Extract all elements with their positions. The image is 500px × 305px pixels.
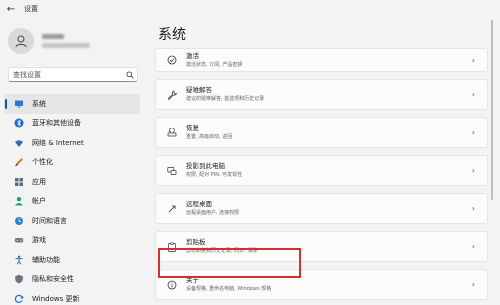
chevron-right-icon: ›	[471, 90, 475, 99]
sidebar-item-windows-update[interactable]: Windows 更新	[4, 289, 140, 305]
accessibility-icon	[14, 255, 24, 265]
sidebar-item-label: 时间和语言	[32, 216, 67, 225]
scrollbar[interactable]	[491, 20, 493, 200]
sidebar-item-label: 帐户	[32, 197, 46, 206]
wrench-icon	[166, 89, 178, 101]
search-input[interactable]: 查找设置	[8, 67, 138, 82]
sidebar-item-privacy-security[interactable]: 隐私和安全性	[4, 270, 140, 290]
chevron-right-icon: ›	[471, 280, 475, 289]
sidebar-item-label: 隐私和安全性	[32, 275, 74, 284]
chevron-right-icon: ›	[471, 204, 475, 213]
title-bar: ← 设置	[0, 0, 500, 18]
chevron-right-icon: ›	[471, 128, 475, 137]
monitor-icon	[14, 99, 24, 109]
activation-check-icon	[166, 54, 178, 66]
sidebar-item-label: 个性化	[32, 158, 53, 167]
gamepad-icon	[14, 235, 24, 245]
card-description: 剪切和复制历史记录, 同步, 清除	[186, 248, 258, 254]
chevron-right-icon: ›	[471, 55, 475, 65]
apps-icon	[14, 177, 24, 187]
sidebar-item-time-language[interactable]: 时间和语言	[4, 211, 140, 231]
info-icon	[166, 279, 178, 291]
card-description: 设备规格, 重命名电脑, Windows 规格	[186, 286, 272, 292]
blurred-user-name	[42, 34, 90, 48]
projector-icon	[166, 165, 178, 177]
bluetooth-icon	[14, 118, 24, 128]
user-profile[interactable]	[8, 28, 90, 54]
app-title: 设置	[24, 5, 38, 13]
sidebar-item-label: 网络 & Internet	[32, 138, 84, 147]
globe-clock-icon	[14, 216, 24, 226]
card-title: 远程桌面	[186, 200, 212, 208]
search-icon[interactable]	[123, 68, 137, 82]
sidebar-item-bluetooth[interactable]: 蓝牙和其他设备	[4, 114, 140, 134]
card-remote-desktop[interactable]: 远程桌面 远程桌面用户, 连接权限 ›	[155, 193, 488, 224]
sidebar-item-label: 辅助功能	[32, 255, 60, 264]
settings-list: 激活 激活状态, 订阅, 产品密钥 › 疑难解答 建议的疑难解答, 首选项和历史…	[155, 48, 488, 305]
wifi-icon	[14, 138, 24, 148]
card-title: 恢复	[186, 124, 199, 132]
paintbrush-icon	[14, 157, 24, 167]
card-title: 投影到此电脑	[186, 162, 225, 170]
search-placeholder: 查找设置	[13, 70, 41, 79]
card-description: 激活状态, 订阅, 产品密钥	[186, 61, 243, 68]
sidebar-item-label: 游戏	[32, 236, 46, 245]
clipboard-icon	[166, 241, 178, 253]
sidebar-nav: 系统 蓝牙和其他设备 网络 & Internet 个性化 应用 帐户 时间和语言…	[4, 94, 140, 305]
card-title: 关于	[186, 276, 199, 284]
card-description: 权限, 配对 PIN, 可发现性	[186, 172, 243, 178]
back-arrow-icon[interactable]: ←	[2, 0, 20, 18]
card-troubleshoot[interactable]: 疑难解答 建议的疑难解答, 首选项和历史记录 ›	[155, 79, 488, 110]
card-description: 重置, 高级启动, 返回	[186, 134, 233, 140]
chevron-right-icon: ›	[471, 242, 475, 251]
sidebar-item-label: Windows 更新	[32, 294, 80, 303]
sidebar-item-system[interactable]: 系统	[4, 94, 140, 114]
account-icon	[14, 196, 24, 206]
main-panel: 系统 激活 激活状态, 订阅, 产品密钥 › 疑难解答 建议的疑难解答, 首选项…	[148, 18, 500, 305]
recovery-icon	[166, 127, 178, 139]
update-icon	[14, 294, 24, 304]
card-activation[interactable]: 激活 激活状态, 订阅, 产品密钥 ›	[155, 48, 488, 72]
remote-desktop-icon	[166, 203, 178, 215]
sidebar-item-label: 系统	[32, 99, 46, 108]
sidebar-item-accessibility[interactable]: 辅助功能	[4, 250, 140, 270]
sidebar-item-personalization[interactable]: 个性化	[4, 153, 140, 173]
card-title: 剪贴板	[186, 238, 206, 246]
sidebar-item-label: 应用	[32, 177, 46, 186]
person-icon	[15, 35, 27, 48]
card-description: 建议的疑难解答, 首选项和历史记录	[186, 96, 265, 102]
shield-icon	[14, 274, 24, 284]
card-description: 远程桌面用户, 连接权限	[186, 210, 240, 216]
avatar	[8, 28, 34, 54]
sidebar-item-gaming[interactable]: 游戏	[4, 231, 140, 251]
sidebar-item-network[interactable]: 网络 & Internet	[4, 133, 140, 153]
card-about[interactable]: 关于 设备规格, 重命名电脑, Windows 规格 ›	[155, 269, 488, 300]
sidebar-item-label: 蓝牙和其他设备	[32, 119, 81, 128]
card-project-to-pc[interactable]: 投影到此电脑 权限, 配对 PIN, 可发现性 ›	[155, 155, 488, 186]
sidebar: 查找设置 系统 蓝牙和其他设备 网络 & Internet 个性化 应用 帐户 …	[0, 18, 148, 305]
card-recovery[interactable]: 恢复 重置, 高级启动, 返回 ›	[155, 117, 488, 148]
sidebar-item-apps[interactable]: 应用	[4, 172, 140, 192]
sidebar-item-accounts[interactable]: 帐户	[4, 192, 140, 212]
card-title: 疑难解答	[186, 86, 212, 94]
chevron-right-icon: ›	[471, 166, 475, 175]
card-title: 激活	[186, 51, 199, 60]
card-clipboard[interactable]: 剪贴板 剪切和复制历史记录, 同步, 清除 ›	[155, 231, 488, 262]
page-title: 系统	[158, 27, 186, 43]
